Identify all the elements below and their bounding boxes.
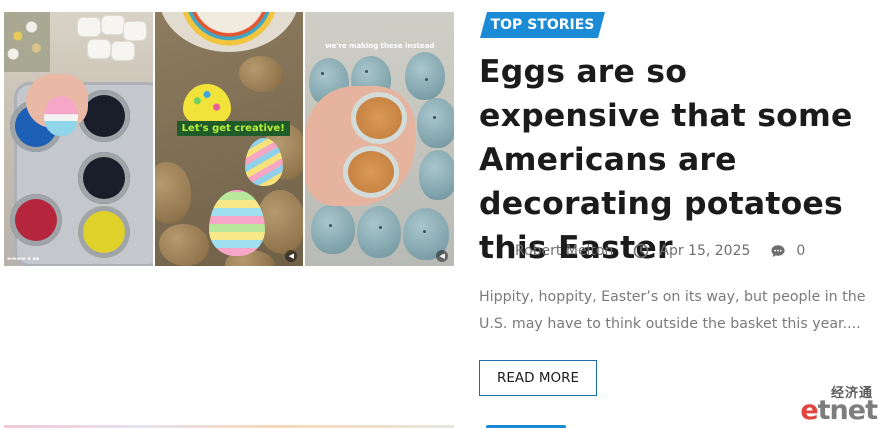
thumbnail-panel-potatoes: Let's get creative! ◀ [154,12,304,266]
article-meta: Robert Melton Apr 15, 2025 0 [479,240,805,262]
video-caption-sticker: Let's get creative! [176,121,290,136]
painted-potato [208,190,265,256]
thumbnail-panel-speckled-eggs: we're making these instead ◀ [305,12,454,266]
creator-handle: ▬▬▬▬ ▪ ▪▪ [7,256,40,262]
painted-potato [244,138,283,186]
flowers-decoration [4,12,50,72]
dyed-egg [44,96,78,136]
article-thumbnail[interactable]: ▬▬▬▬ ▪ ▪▪ Let's get creative! ◀ we're ma… [4,12,454,266]
article-excerpt: Hippity, hoppity, Easter’s on its way, b… [479,289,866,332]
etnet-watermark: 经济通 etnet [787,382,878,426]
clock-icon [633,243,649,259]
article-title[interactable]: Eggs are so expensive that some American… [479,50,879,270]
etnet-logo: etnet [800,395,878,426]
publish-date: Apr 15, 2025 [659,243,751,259]
comment-bubble-icon[interactable] [770,243,786,259]
deviled-egg [343,146,400,198]
deviled-egg [351,92,408,144]
thumbnail-panel-dye-tray: ▬▬▬▬ ▪ ▪▪ [4,12,153,266]
painted-potato [182,84,231,126]
video-caption: we're making these instead [325,42,435,50]
author-name[interactable]: Robert Melton [515,243,613,259]
category-badge[interactable]: TOP STORIES [480,12,605,38]
read-more-button[interactable]: READ MORE [479,360,597,396]
speaker-icon[interactable]: ◀ [285,250,298,262]
comment-count[interactable]: 0 [796,243,805,259]
author-avatar-icon [479,240,503,262]
speaker-icon[interactable]: ◀ [436,250,449,262]
